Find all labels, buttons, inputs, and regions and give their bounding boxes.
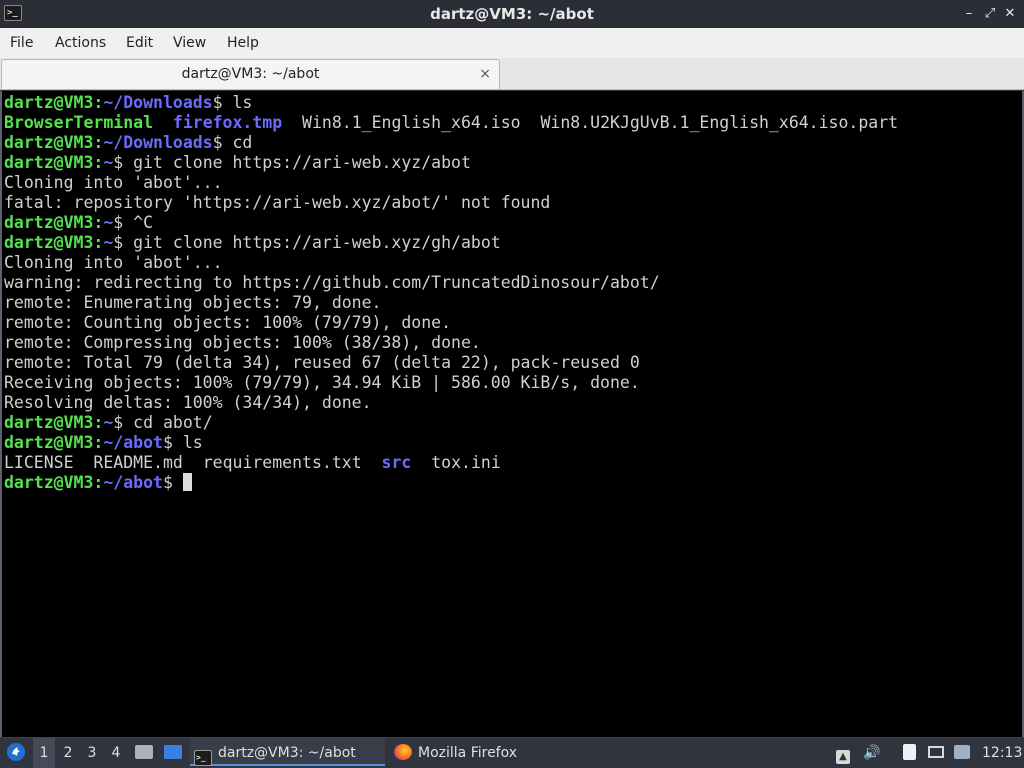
ls-entry: README.md — [93, 453, 183, 472]
maximize-button[interactable]: ⤢ — [981, 5, 999, 23]
prompt-dollar: $ — [113, 413, 124, 432]
terminal-prompt-line: dartz@VM3:~$ git clone https://ari-web.x… — [4, 153, 471, 173]
ls-entry: BrowserTerminal — [4, 113, 154, 132]
prompt-user: dartz@VM3: — [4, 413, 104, 432]
menu-actions[interactable]: Actions — [55, 28, 106, 58]
close-button[interactable]: ✕ — [1001, 5, 1019, 23]
terminal-prompt-line: dartz@VM3:~/Downloads$ ls — [4, 93, 252, 113]
start-menu-icon[interactable] — [4, 738, 28, 768]
terminal-output-line: remote: Counting objects: 100% (79/79), … — [4, 313, 452, 332]
prompt-path: ~ — [103, 153, 114, 172]
prompt-user: dartz@VM3: — [4, 133, 104, 152]
workspace-4[interactable]: 4 — [105, 738, 127, 768]
workspace-3[interactable]: 3 — [81, 738, 103, 768]
menu-help[interactable]: Help — [227, 28, 259, 58]
terminal-prompt-line: dartz@VM3:~$ cd abot/ — [4, 413, 213, 433]
ls-entry: requirements.txt — [202, 453, 362, 472]
task-firefox[interactable]: Mozilla Firefox — [390, 738, 580, 766]
prompt-dollar: $ — [113, 213, 124, 232]
prompt-user: dartz@VM3: — [4, 473, 104, 492]
window-title: dartz@VM3: ~/abot — [430, 5, 594, 23]
command-text: ls — [222, 93, 253, 112]
prompt-path: ~ — [103, 213, 114, 232]
prompt-user: dartz@VM3: — [4, 153, 104, 172]
minimize-button[interactable]: – — [960, 5, 978, 23]
network-icon[interactable] — [926, 738, 946, 768]
menubar: File Actions Edit View Help — [0, 28, 1024, 58]
show-desktop-icon[interactable] — [162, 738, 184, 768]
prompt-user: dartz@VM3: — [4, 233, 104, 252]
prompt-dollar: $ — [212, 133, 223, 152]
command-text: git clone https://ari-web.xyz/abot — [123, 153, 471, 172]
menu-edit[interactable]: Edit — [126, 28, 153, 58]
firefox-icon — [394, 744, 412, 760]
ls-entry: tox.ini — [431, 453, 501, 472]
prompt-dollar: $ — [113, 233, 124, 252]
terminal-cursor — [182, 473, 192, 491]
terminal-icon: >_ — [194, 750, 212, 766]
task-firefox-label: Mozilla Firefox — [418, 745, 518, 761]
prompt-path: ~ — [103, 413, 114, 432]
volume-icon[interactable]: 🔊 — [862, 738, 882, 768]
ls-entry: LICENSE — [4, 453, 74, 472]
terminal-output-line: remote: Total 79 (delta 34), reused 67 (… — [4, 353, 640, 372]
command-text: ls — [172, 433, 203, 452]
prompt-dollar: $ — [113, 153, 124, 172]
terminal-output-line: Resolving deltas: 100% (34/34), done. — [4, 393, 372, 412]
ls-entry: Win8.U2KJgUvB.1_English_x64.iso.part — [540, 113, 899, 132]
command-text: cd — [222, 133, 253, 152]
terminal-output-line: remote: Compressing objects: 100% (38/38… — [4, 333, 481, 352]
prompt-dollar: $ — [162, 473, 173, 492]
workspace-1[interactable]: 1 — [33, 738, 55, 768]
tab-terminal[interactable]: dartz@VM3: ~/abot × — [1, 59, 500, 89]
tab-close-icon[interactable]: × — [479, 60, 491, 88]
terminal-prompt-line: dartz@VM3:~/abot$ — [4, 473, 192, 493]
prompt-path: ~/abot — [103, 473, 163, 492]
terminal-output-line: warning: redirecting to https://github.c… — [4, 273, 660, 292]
terminal-output-line: Cloning into 'abot'... — [4, 253, 223, 272]
terminal-output-line: Cloning into 'abot'... — [4, 173, 223, 192]
terminal-output-line: Receiving objects: 100% (79/79), 34.94 K… — [4, 373, 640, 392]
workspace-2[interactable]: 2 — [57, 738, 79, 768]
prompt-user: dartz@VM3: — [4, 93, 104, 112]
task-terminal[interactable]: >_ dartz@VM3: ~/abot — [190, 738, 385, 766]
prompt-path: ~ — [103, 233, 114, 252]
clock[interactable]: 12:13 — [982, 738, 1022, 768]
tab-bar: dartz@VM3: ~/abot × — [0, 58, 1024, 90]
task-terminal-label: dartz@VM3: ~/abot — [218, 745, 356, 761]
ls-entry: Win8.1_English_x64.iso — [302, 113, 521, 132]
terminal-prompt-line: dartz@VM3:~$ git clone https://ari-web.x… — [4, 233, 501, 253]
command-text: git clone https://ari-web.xyz/gh/abot — [123, 233, 501, 252]
prompt-path: ~/Downloads — [103, 93, 213, 112]
menu-view[interactable]: View — [173, 28, 206, 58]
prompt-path: ~/abot — [103, 433, 163, 452]
prompt-user: dartz@VM3: — [4, 433, 104, 452]
screen-icon[interactable] — [952, 738, 972, 768]
menu-file[interactable]: File — [10, 28, 33, 58]
terminal-prompt-line: dartz@VM3:~/Downloads$ cd — [4, 133, 252, 153]
clipboard-icon[interactable] — [899, 738, 919, 768]
ls-entry: firefox.tmp — [172, 113, 283, 132]
window-titlebar[interactable]: >_ dartz@VM3: ~/abot – ⤢ ✕ — [0, 0, 1024, 28]
prompt-dollar: $ — [162, 433, 173, 452]
command-text: cd abot/ — [123, 413, 213, 432]
prompt-path: ~/Downloads — [103, 133, 213, 152]
terminal-prompt-line: dartz@VM3:~$ ^C — [4, 213, 153, 233]
updates-icon[interactable]: ▲ — [833, 738, 853, 768]
command-text: ^C — [123, 213, 154, 232]
file-manager-icon[interactable] — [133, 738, 155, 768]
terminal-prompt-line: dartz@VM3:~/abot$ ls — [4, 433, 203, 453]
taskbar: 1 2 3 4 >_ dartz@VM3: ~/abot Mozilla Fire… — [0, 737, 1024, 768]
terminal-ls-output: LICENSE README.md requirements.txt src t… — [4, 453, 501, 473]
prompt-dollar: $ — [212, 93, 223, 112]
terminal-output[interactable]: dartz@VM3:~/Downloads$ ls BrowserTerminal… — [0, 91, 1024, 737]
terminal-ls-output: BrowserTerminal firefox.tmp Win8.1_Engli… — [4, 113, 898, 133]
terminal-output-line: remote: Enumerating objects: 79, done. — [4, 293, 382, 312]
prompt-user: dartz@VM3: — [4, 213, 104, 232]
ls-entry: src — [381, 453, 412, 472]
terminal-output-line: fatal: repository 'https://ari-web.xyz/a… — [4, 193, 551, 212]
command-text — [173, 473, 183, 492]
tab-label: dartz@VM3: ~/abot — [181, 66, 320, 82]
